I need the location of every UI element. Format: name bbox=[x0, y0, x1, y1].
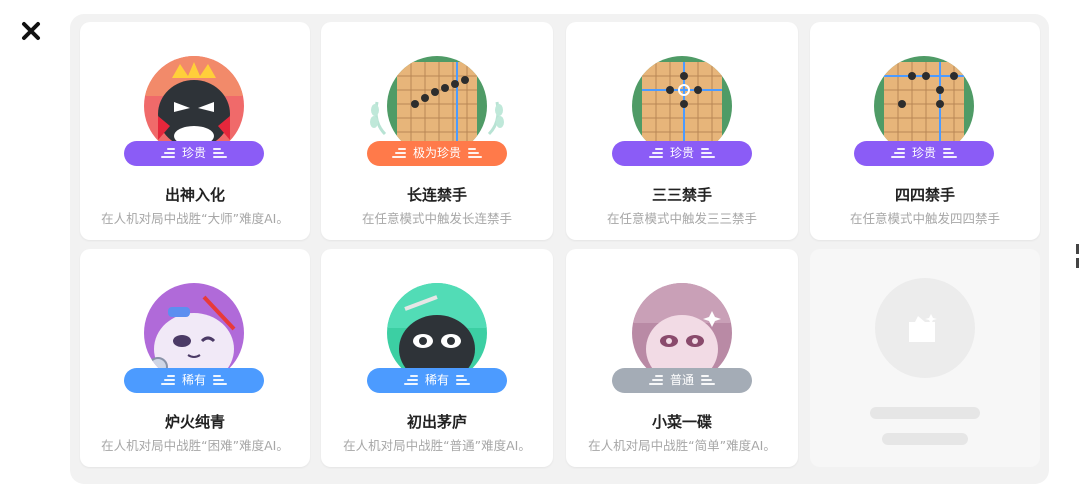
achievement-description: 在任意模式中触发三三禁手 bbox=[606, 211, 757, 226]
rarity-badge: 极为珍贵 bbox=[367, 141, 507, 166]
achievement-description: 在任意模式中触发长连禁手 bbox=[361, 211, 512, 226]
right-lines-icon bbox=[213, 375, 227, 386]
achievement-card-1[interactable]: 极为珍贵 长连禁手 在任意模式中触发长连禁手 bbox=[321, 22, 553, 240]
badge-label: 普通 bbox=[669, 373, 694, 387]
rarity-badge: 珍贵 bbox=[612, 141, 752, 166]
achievements-panel: 珍贵 出神入化 在人机对局中战胜“大师”难度AI。 极为珍贵 长连禁手 在任意模… bbox=[70, 14, 1049, 484]
rarity-badge: 稀有 bbox=[124, 368, 264, 393]
placeholder-bar-2 bbox=[882, 433, 968, 445]
scroll-indicator bbox=[1076, 244, 1080, 272]
achievement-card-4[interactable]: 稀有 炉火纯青 在人机对局中战胜“困难”难度AI。 bbox=[80, 249, 310, 467]
laurel-left-icon bbox=[370, 101, 387, 136]
left-lines-icon bbox=[160, 148, 175, 159]
achievement-card-3[interactable]: 珍贵 四四禁手 在任意模式中触发四四禁手 bbox=[810, 22, 1040, 240]
left-lines-icon bbox=[648, 375, 663, 386]
left-lines-icon bbox=[648, 148, 663, 159]
close-icon[interactable] bbox=[20, 20, 42, 42]
achievement-description: 在人机对局中战胜“普通”难度AI。 bbox=[343, 438, 531, 453]
left-lines-icon bbox=[160, 375, 175, 386]
achievement-card-2[interactable]: 珍贵 三三禁手 在任意模式中触发三三禁手 bbox=[566, 22, 798, 240]
achievement-title: 炉火纯青 bbox=[164, 413, 225, 431]
locked-achievement-card bbox=[810, 249, 1040, 467]
achievement-description: 在人机对局中战胜“简单”难度AI。 bbox=[588, 438, 776, 453]
right-lines-icon bbox=[213, 148, 227, 159]
achievement-card-6[interactable]: 普通 小菜一碟 在人机对局中战胜“简单”难度AI。 bbox=[566, 249, 798, 467]
badge-label: 稀有 bbox=[424, 373, 449, 387]
achievement-description: 在人机对局中战胜“大师”难度AI。 bbox=[101, 211, 289, 226]
locked-achievement-icon bbox=[875, 278, 975, 378]
achievement-card-5[interactable]: 稀有 初出茅庐 在人机对局中战胜“普通”难度AI。 bbox=[321, 249, 553, 467]
achievement-title: 四四禁手 bbox=[894, 186, 955, 204]
achievement-title: 初出茅庐 bbox=[406, 413, 467, 431]
left-lines-icon bbox=[890, 148, 905, 159]
badge-label: 极为珍贵 bbox=[412, 146, 461, 160]
rarity-badge: 珍贵 bbox=[854, 141, 994, 166]
achievement-title: 出神入化 bbox=[164, 186, 225, 204]
achievement-title: 长连禁手 bbox=[406, 186, 467, 204]
right-lines-icon bbox=[701, 375, 715, 386]
badge-label: 珍贵 bbox=[669, 146, 694, 160]
right-lines-icon bbox=[456, 375, 470, 386]
badge-label: 稀有 bbox=[181, 373, 206, 387]
achievement-card-0[interactable]: 珍贵 出神入化 在人机对局中战胜“大师”难度AI。 bbox=[80, 22, 310, 240]
laurel-right-icon bbox=[487, 101, 504, 136]
right-lines-icon bbox=[701, 148, 715, 159]
right-lines-icon bbox=[943, 148, 957, 159]
achievement-description: 在人机对局中战胜“困难”难度AI。 bbox=[101, 438, 289, 453]
achievement-description: 在任意模式中触发四四禁手 bbox=[849, 211, 1000, 226]
rarity-badge: 珍贵 bbox=[124, 141, 264, 166]
left-lines-icon bbox=[403, 375, 418, 386]
badge-label: 珍贵 bbox=[911, 146, 936, 160]
rarity-badge: 普通 bbox=[612, 368, 752, 393]
achievement-title: 小菜一碟 bbox=[651, 413, 712, 431]
badge-label: 珍贵 bbox=[181, 146, 206, 160]
left-lines-icon bbox=[391, 148, 406, 159]
right-lines-icon bbox=[468, 148, 482, 159]
achievement-title: 三三禁手 bbox=[651, 186, 712, 204]
rarity-badge: 稀有 bbox=[367, 368, 507, 393]
placeholder-bar-1 bbox=[870, 407, 980, 419]
